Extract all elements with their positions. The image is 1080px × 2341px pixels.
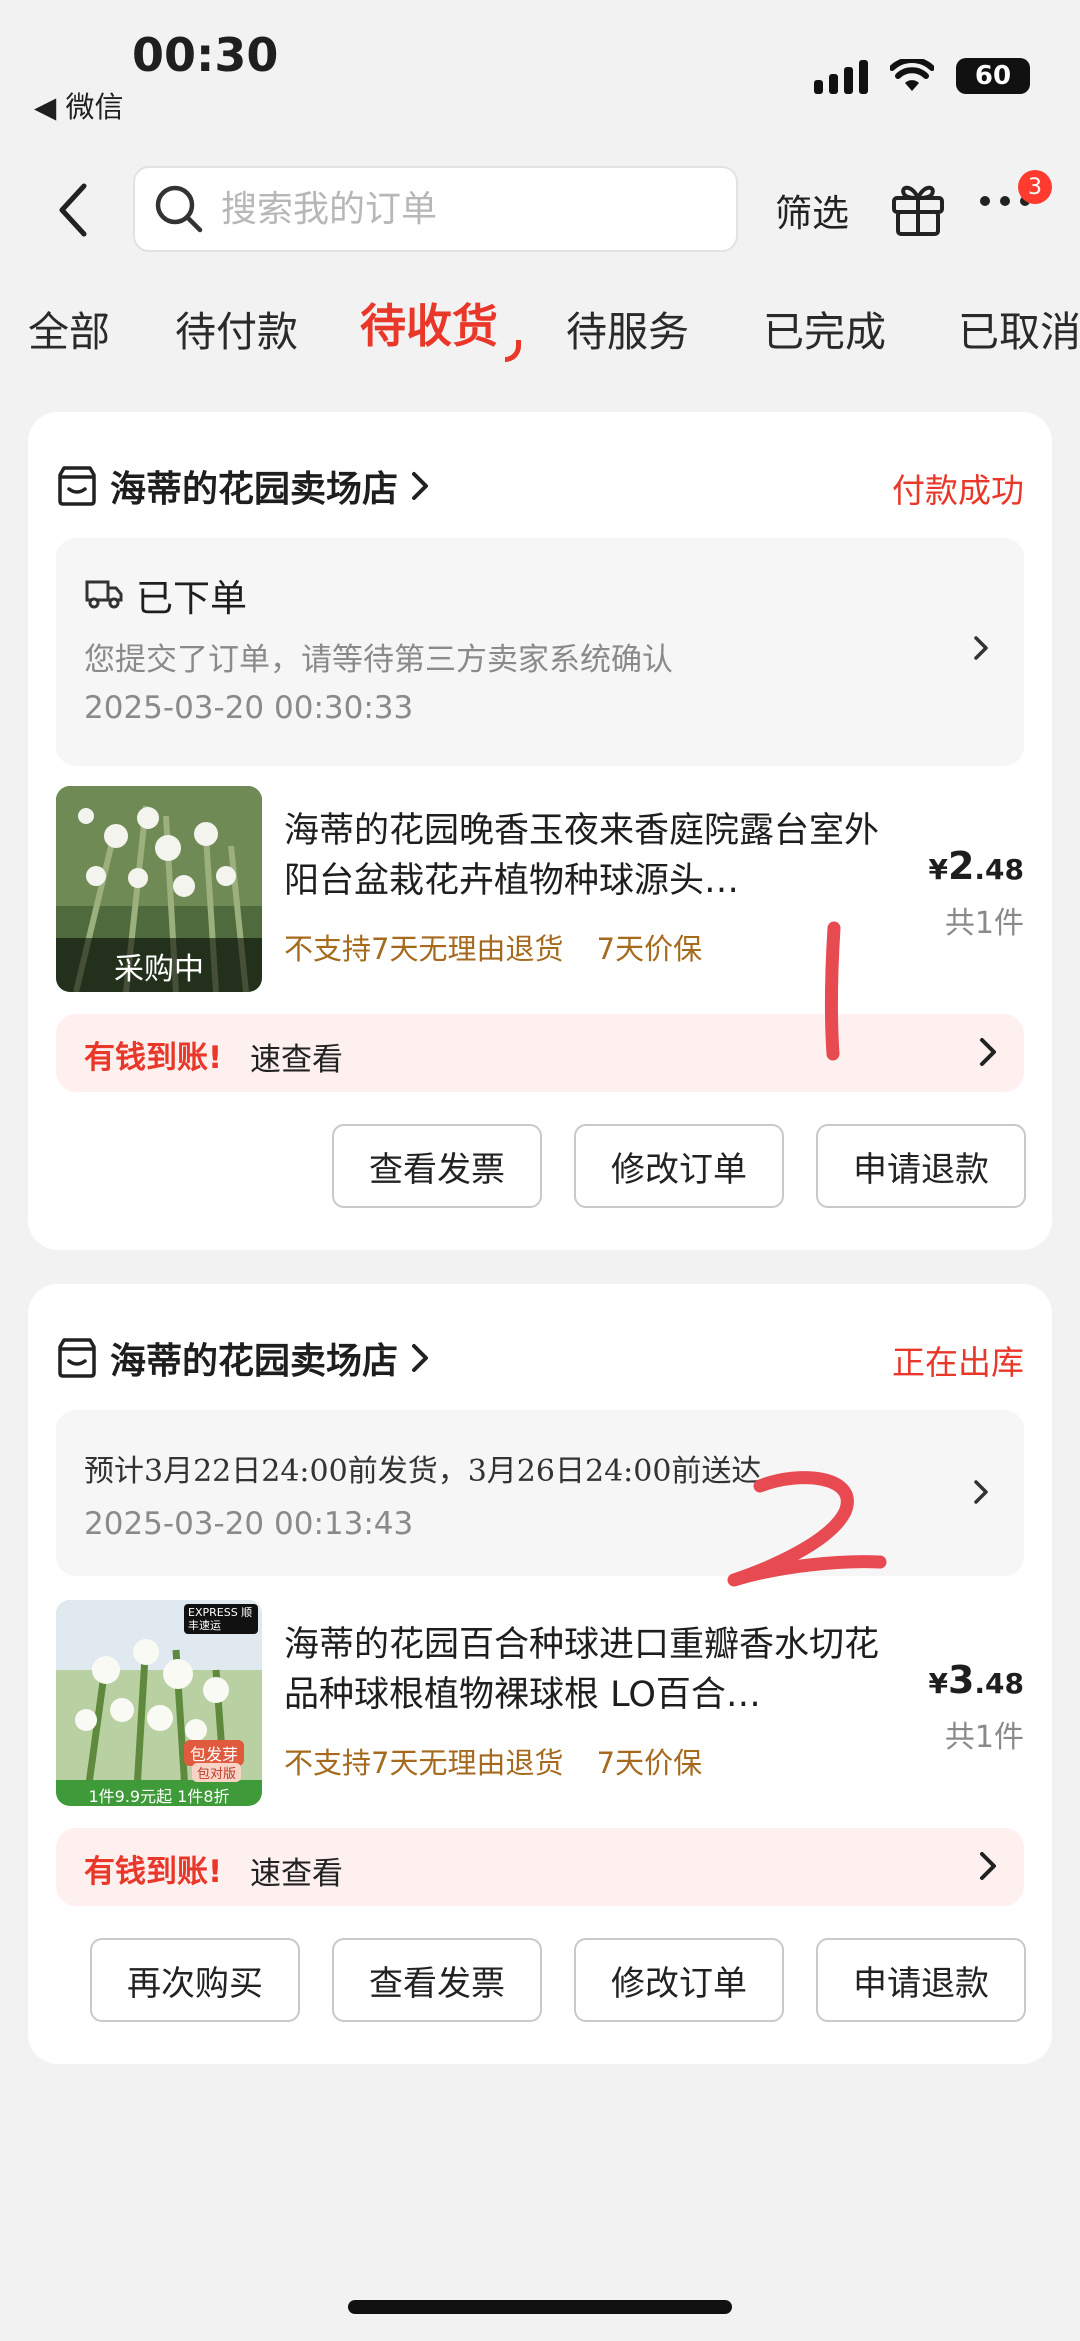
home-indicator <box>348 2300 732 2314</box>
handwritten-annotations <box>727 921 887 1587</box>
annotation-mark-2 <box>727 1471 887 1587</box>
annotation-mark-1 <box>824 921 841 1061</box>
